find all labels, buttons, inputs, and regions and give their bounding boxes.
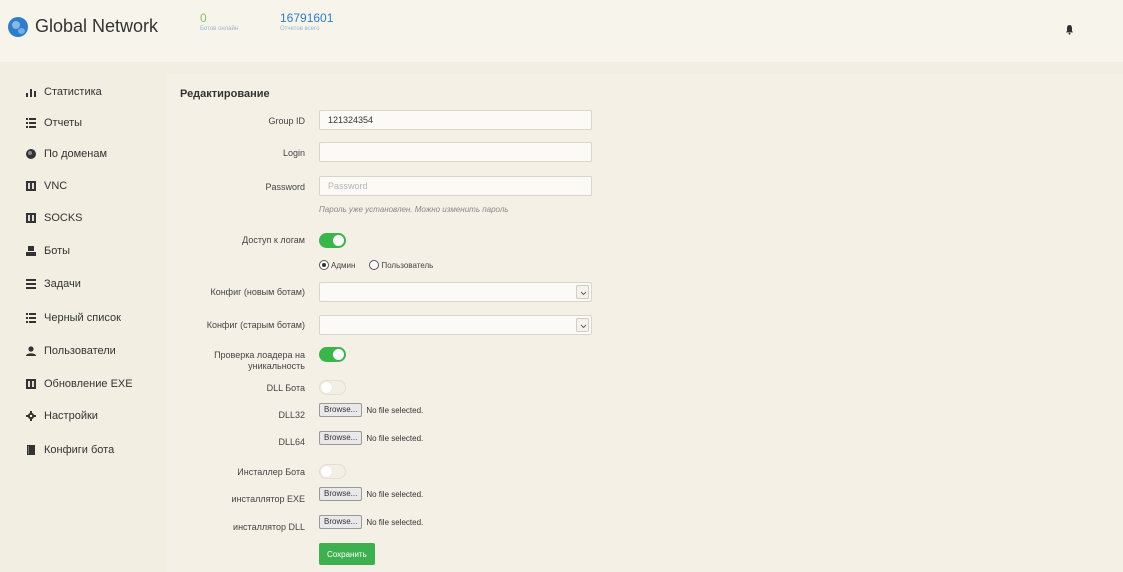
installer-dll-no-file: No file selected. <box>366 517 424 527</box>
reports-total-stat: 16791601 Отчетов всего <box>280 12 333 33</box>
sidebar-item-by-domains[interactable]: По доменам <box>26 148 107 160</box>
role-user-radio[interactable] <box>369 260 380 270</box>
sidebar-item-label: Статистика <box>44 86 102 98</box>
group-id-label: Group ID <box>268 116 305 126</box>
sidebar-item-bot-configs[interactable]: Конфиги бота <box>26 444 114 456</box>
sidebar-item-reports[interactable]: Отчеты <box>26 117 82 129</box>
save-button[interactable]: Сохранить <box>319 543 375 565</box>
bots-online-count: 0 <box>200 11 207 25</box>
sidebar-item-socks[interactable]: SOCKS <box>26 212 83 224</box>
login-input[interactable] <box>319 142 592 162</box>
dll32-browse-button[interactable]: Browse... <box>319 403 363 417</box>
dll-bot-toggle[interactable] <box>319 380 346 395</box>
dll64-file-input: Browse... No file selected. <box>319 431 423 445</box>
app-title: Global Network <box>35 16 159 36</box>
reports-total-caption: Отчетов всего <box>280 26 320 32</box>
bots-online-stat: 0 Ботов онлайн <box>200 12 238 33</box>
user-icon <box>26 346 36 356</box>
loader-check-toggle[interactable] <box>319 347 346 362</box>
brand[interactable]: Global Network <box>8 16 158 37</box>
sidebar-item-tasks[interactable]: Задачи <box>26 278 81 290</box>
role-admin-radio[interactable] <box>319 260 329 270</box>
list-icon <box>26 118 36 128</box>
window-icon <box>26 379 36 389</box>
password-label: Password <box>265 182 305 192</box>
sidebar-item-bots[interactable]: Боты <box>26 245 70 257</box>
bot-icon <box>26 246 36 256</box>
sidebar-item-label: Конфиги бота <box>44 444 115 456</box>
tasks-icon <box>26 279 36 289</box>
installer-dll-browse-button[interactable]: Browse... <box>319 515 363 529</box>
dll32-no-file: No file selected. <box>366 405 424 415</box>
group-id-input[interactable] <box>319 110 592 130</box>
role-admin-label: Админ <box>331 260 356 270</box>
installer-exe-file-input: Browse... No file selected. <box>319 487 423 501</box>
sidebar: Статистика Отчеты По доменам VNC SOCKS Б… <box>0 72 165 572</box>
loader-check-label: Проверка лоадера на <box>214 350 305 360</box>
config-new-select[interactable] <box>319 282 592 302</box>
edit-panel: Редактирование Group ID Login Password П… <box>166 73 1123 572</box>
chevron-down-icon <box>576 318 589 332</box>
reports-total-count: 16791601 <box>280 11 334 25</box>
window-icon <box>26 213 36 223</box>
gear-icon <box>26 411 36 421</box>
config-new-label: Конфиг (новым ботам) <box>210 287 305 297</box>
role-user-label: Пользователь <box>381 260 434 270</box>
installer-dll-file-input: Browse... No file selected. <box>319 515 423 529</box>
bar-chart-icon <box>26 87 36 97</box>
sidebar-item-label: SOCKS <box>44 212 83 224</box>
log-access-label: Доступ к логам <box>242 235 305 245</box>
loader-check-label-line2: уникальность <box>248 361 305 371</box>
dll64-no-file: No file selected. <box>366 433 424 443</box>
sidebar-item-exe-update[interactable]: Обновление EXE <box>26 378 133 390</box>
globe-icon <box>26 149 36 159</box>
book-icon <box>26 445 36 455</box>
toggle-knob <box>321 466 332 477</box>
config-old-select[interactable] <box>319 315 592 335</box>
dll64-label: DLL64 <box>278 437 305 447</box>
sidebar-item-label: Пользователи <box>44 345 116 357</box>
toggle-knob <box>321 382 332 393</box>
installer-bot-toggle[interactable] <box>319 464 346 479</box>
dll-bot-label: DLL Бота <box>266 383 305 393</box>
bell-icon[interactable] <box>1064 22 1075 35</box>
list-icon <box>26 313 36 323</box>
installer-dll-label: инсталлятор DLL <box>233 522 305 532</box>
sidebar-item-label: По доменам <box>44 148 108 160</box>
password-hint: Пароль уже установлен. Можно изменить па… <box>319 205 509 214</box>
sidebar-item-label: Настройки <box>44 410 98 422</box>
sidebar-item-users[interactable]: Пользователи <box>26 345 116 357</box>
dll32-label: DLL32 <box>278 410 305 420</box>
sidebar-item-vnc[interactable]: VNC <box>26 180 67 192</box>
window-icon <box>26 181 36 191</box>
globe-logo-icon <box>8 16 28 37</box>
config-old-label: Конфиг (старым ботам) <box>206 320 305 330</box>
dll32-file-input: Browse... No file selected. <box>319 403 423 417</box>
sidebar-item-label: Черный список <box>44 312 121 324</box>
sidebar-item-label: Задачи <box>44 278 81 290</box>
chevron-down-icon <box>576 285 589 299</box>
installer-exe-no-file: No file selected. <box>366 489 424 499</box>
page-title: Редактирование <box>180 88 270 100</box>
installer-exe-label: инсталлятор EXE <box>231 494 305 504</box>
installer-bot-label: Инсталлер Бота <box>237 467 305 477</box>
sidebar-item-label: VNC <box>44 180 68 192</box>
toggle-knob <box>333 235 344 246</box>
password-input[interactable] <box>319 176 592 196</box>
sidebar-item-label: Отчеты <box>44 117 83 129</box>
toggle-knob <box>333 349 344 360</box>
login-label: Login <box>282 148 305 158</box>
sidebar-item-statistics[interactable]: Статистика <box>26 86 102 98</box>
sidebar-item-label: Боты <box>44 245 71 257</box>
sidebar-item-settings[interactable]: Настройки <box>26 410 98 422</box>
log-access-toggle[interactable] <box>319 233 346 248</box>
sidebar-item-label: Обновление EXE <box>44 378 133 390</box>
top-bar: Global Network 0 Ботов онлайн 16791601 О… <box>0 0 1123 62</box>
sidebar-item-blacklist[interactable]: Черный список <box>26 312 121 324</box>
installer-exe-browse-button[interactable]: Browse... <box>319 487 363 501</box>
role-radio-group: Админ Пользователь <box>319 260 447 270</box>
dll64-browse-button[interactable]: Browse... <box>319 431 363 445</box>
bots-online-caption: Ботов онлайн <box>200 26 239 32</box>
